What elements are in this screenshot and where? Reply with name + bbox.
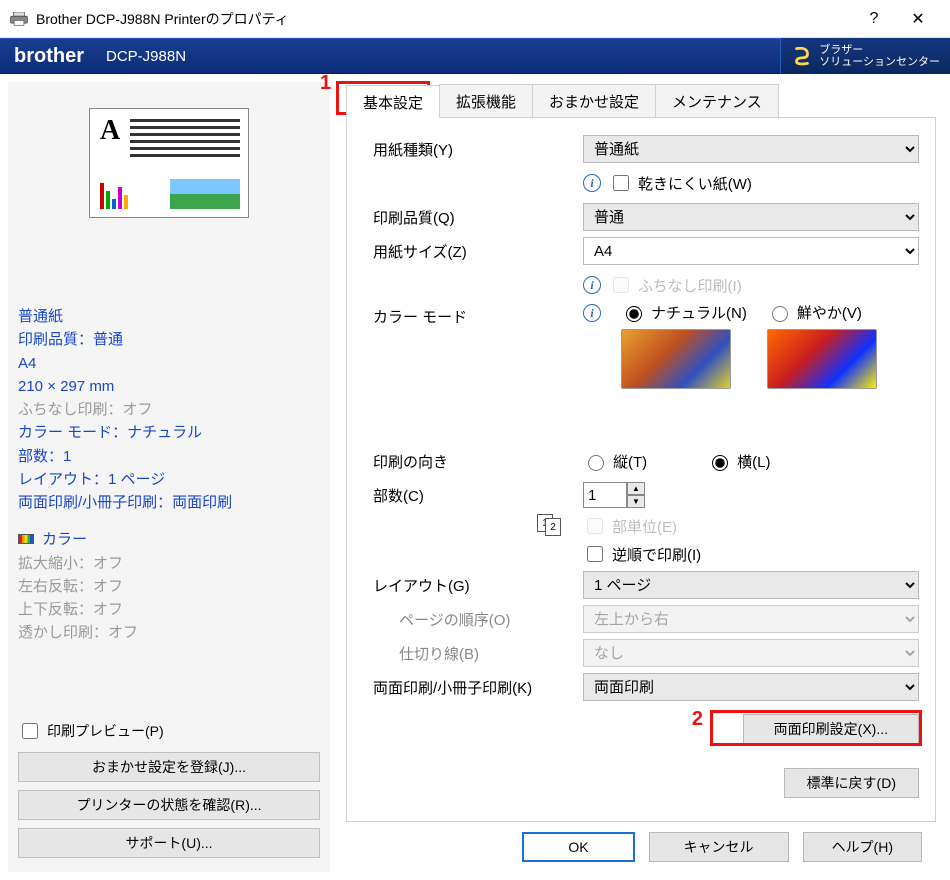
printer-model: DCP-J988N xyxy=(106,48,186,65)
summary-mirror-h: 左右反転：オフ xyxy=(18,575,320,598)
summary-scaling: 拡大縮小：オフ xyxy=(18,552,320,575)
summary-borderless: ふちなし印刷：オフ xyxy=(18,398,320,421)
tab-easy[interactable]: おまかせ設定 xyxy=(532,84,656,117)
layout-select[interactable]: 1 ページ xyxy=(583,571,919,599)
summary-duplex: 両面印刷/小冊子印刷：両面印刷 xyxy=(18,491,320,514)
summary-copies: 部数：1 xyxy=(18,445,320,468)
collate-checkbox: 部単位(E) xyxy=(583,515,677,537)
support-button[interactable]: サポート(U)... xyxy=(18,828,320,858)
slow-dry-checkbox[interactable]: 乾きにくい紙(W) xyxy=(609,172,752,194)
media-type-label: 用紙種類(Y) xyxy=(373,139,583,160)
solution-line2: ソリューションセンター xyxy=(819,56,940,68)
size-label: 用紙サイズ(Z) xyxy=(373,241,583,262)
dialog-button-row: OK キャンセル ヘルプ(H) xyxy=(340,822,936,872)
printer-icon xyxy=(10,12,28,26)
colormode-natural-radio[interactable]: ナチュラル(N) xyxy=(621,302,747,323)
tab-bar: 基本設定 拡張機能 おまかせ設定 メンテナンス xyxy=(346,84,936,118)
solution-center-link[interactable]: ブラザー ソリューションセンター xyxy=(780,38,950,74)
summary-layout: レイアウト：1 ページ xyxy=(18,468,320,491)
summary-colormode: カラー モード：ナチュラル xyxy=(18,421,320,444)
tab-basic[interactable]: 基本設定 xyxy=(346,85,440,118)
window-title: Brother DCP-J988N Printerのプロパティ xyxy=(36,9,852,29)
orientation-label: 印刷の向き xyxy=(373,451,583,472)
brand-logo: brother xyxy=(14,45,84,68)
media-type-select[interactable]: 普通紙 xyxy=(583,135,919,163)
close-button[interactable]: ✕ xyxy=(896,0,940,38)
tab-advanced[interactable]: 拡張機能 xyxy=(439,84,533,117)
settings-panel: 1 基本設定 拡張機能 おまかせ設定 メンテナンス 用紙種類(Y) 普通紙 i … xyxy=(330,74,950,880)
summary-media: 普通紙 xyxy=(18,305,320,328)
summary-color: カラー xyxy=(42,531,87,548)
page-order-select: 左上から右 xyxy=(583,605,919,633)
print-preview-checkbox[interactable]: 印刷プレビュー(P) xyxy=(18,720,320,742)
quality-label: 印刷品質(Q) xyxy=(373,207,583,228)
summary-watermark: 透かし印刷：オフ xyxy=(18,621,320,644)
register-preset-button[interactable]: おまかせ設定を登録(J)... xyxy=(18,752,320,782)
info-icon[interactable]: i xyxy=(583,174,601,192)
colormode-vivid-radio[interactable]: 鮮やか(V) xyxy=(767,302,877,323)
colormode-natural-thumb xyxy=(621,329,731,389)
orientation-portrait-radio[interactable]: 縦(T) xyxy=(583,451,647,472)
help-button-bottom[interactable]: ヘルプ(H) xyxy=(803,832,922,862)
solution-icon xyxy=(791,45,813,67)
page-order-icon xyxy=(537,514,563,534)
tab-content-basic: 用紙種類(Y) 普通紙 i 乾きにくい紙(W) 印刷品質(Q) 普通 用紙サイズ… xyxy=(346,118,936,822)
annotation-2: 2 xyxy=(692,708,703,731)
duplex-select[interactable]: 両面印刷 xyxy=(583,673,919,701)
help-button[interactable]: ? xyxy=(852,0,896,38)
copies-input[interactable] xyxy=(583,482,627,508)
border-line-select: なし xyxy=(583,639,919,667)
page-order-label: ページの順序(O) xyxy=(373,609,583,630)
info-icon[interactable]: i xyxy=(583,276,601,294)
orientation-landscape-radio[interactable]: 横(L) xyxy=(707,451,770,472)
borderless-checkbox: ふちなし印刷(I) xyxy=(609,274,742,296)
titlebar: Brother DCP-J988N Printerのプロパティ ? ✕ xyxy=(0,0,950,38)
preview-panel: A 普通紙 印刷品質：普通 A4 210 × 297 mm ふちなし印刷：オフ … xyxy=(8,82,330,872)
summary-size-name: A4 xyxy=(18,352,320,375)
printer-status-button[interactable]: プリンターの状態を確認(R)... xyxy=(18,790,320,820)
border-line-label: 仕切り線(B) xyxy=(373,643,583,664)
layout-label: レイアウト(G) xyxy=(373,575,583,596)
reverse-order-checkbox[interactable]: 逆順で印刷(I) xyxy=(583,543,701,565)
color-swatch-icon xyxy=(18,534,34,544)
ok-button[interactable]: OK xyxy=(522,832,634,862)
colormode-label: カラー モード xyxy=(373,302,583,327)
quality-select[interactable]: 普通 xyxy=(583,203,919,231)
tab-maintenance[interactable]: メンテナンス xyxy=(655,84,779,117)
copies-down[interactable]: ▼ xyxy=(627,495,645,508)
restore-defaults-button[interactable]: 標準に戻す(D) xyxy=(784,768,919,798)
summary-size-dim: 210 × 297 mm xyxy=(18,375,320,398)
copies-spinner[interactable]: ▲▼ xyxy=(583,482,645,508)
colormode-vivid-thumb xyxy=(767,329,877,389)
summary-quality: 印刷品質：普通 xyxy=(18,328,320,351)
solution-line1: ブラザー xyxy=(819,44,940,56)
paper-size-select[interactable]: A4 xyxy=(583,237,919,265)
brand-bar: brother DCP-J988N ブラザー ソリューションセンター xyxy=(0,38,950,74)
page-preview-thumbnail: A xyxy=(89,108,249,218)
settings-summary: 普通紙 印刷品質：普通 A4 210 × 297 mm ふちなし印刷：オフ カラ… xyxy=(18,305,320,645)
copies-up[interactable]: ▲ xyxy=(627,482,645,495)
summary-mirror-v: 上下反転：オフ xyxy=(18,598,320,621)
duplex-label: 両面印刷/小冊子印刷(K) xyxy=(373,677,583,698)
cancel-button[interactable]: キャンセル xyxy=(649,832,789,862)
copies-label: 部数(C) xyxy=(373,485,583,506)
print-preview-checkbox-input[interactable] xyxy=(22,723,38,739)
info-icon[interactable]: i xyxy=(583,304,601,322)
duplex-settings-button[interactable]: 両面印刷設定(X)... xyxy=(743,714,919,744)
